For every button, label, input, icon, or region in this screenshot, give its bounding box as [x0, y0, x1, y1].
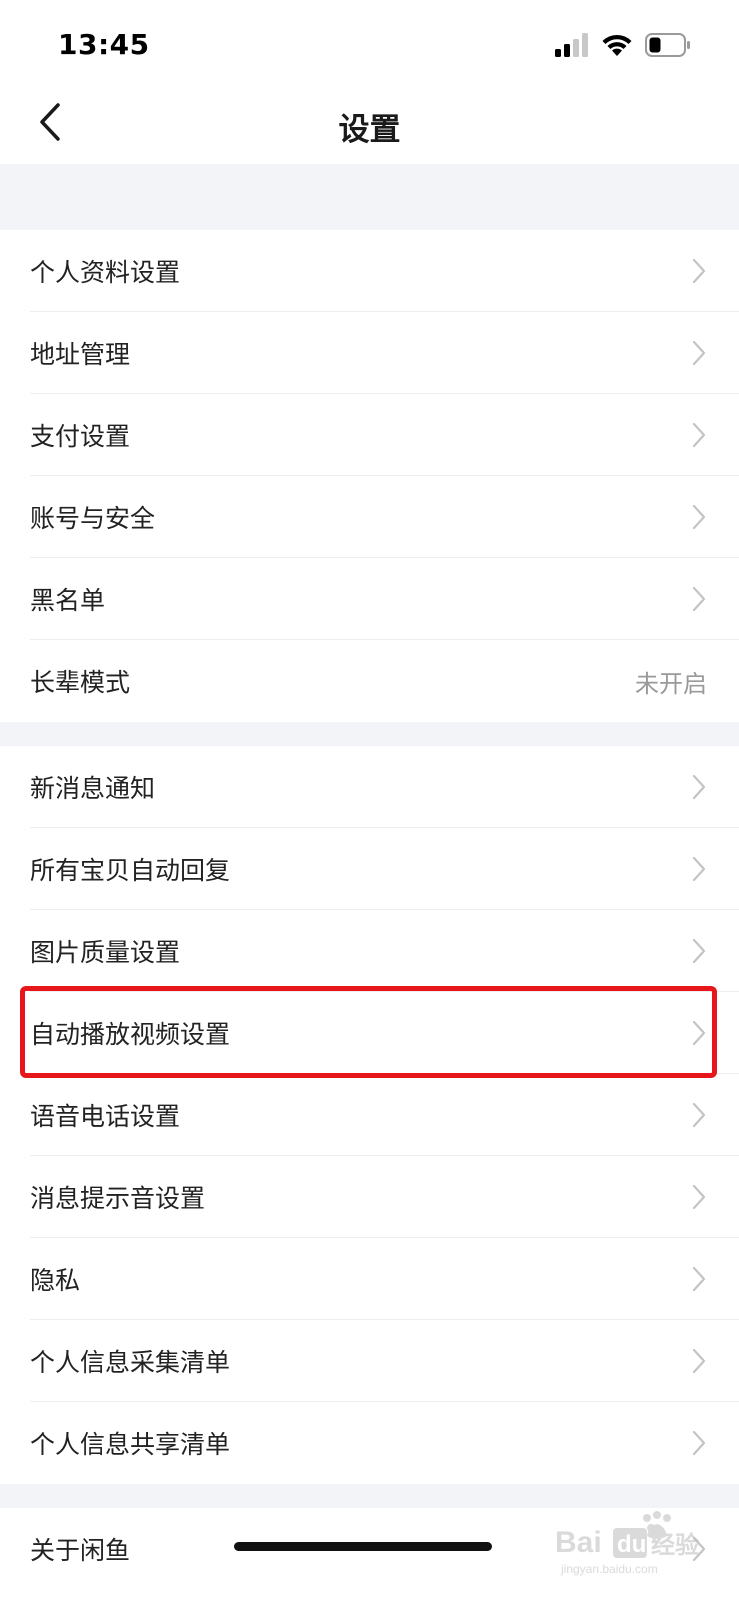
chevron-right-icon: [689, 1182, 709, 1212]
svg-text:Bai: Bai: [555, 1526, 602, 1559]
svg-text:du: du: [617, 1531, 646, 1558]
chevron-right-icon: [689, 338, 709, 368]
chevron-right-icon: [689, 1100, 709, 1130]
settings-item-profile[interactable]: 个人资料设置: [0, 230, 739, 312]
settings-item-message-sound[interactable]: 消息提示音设置: [0, 1156, 739, 1238]
chevron-right-icon: [689, 936, 709, 966]
svg-text:经验: 经验: [651, 1531, 699, 1559]
chevron-right-icon: [689, 420, 709, 450]
home-indicator[interactable]: [234, 1542, 492, 1551]
status-bar: 13:45: [0, 0, 739, 86]
section-gap: [0, 722, 739, 746]
settings-item-label: 图片质量设置: [30, 938, 181, 967]
settings-item-privacy[interactable]: 隐私: [0, 1238, 739, 1320]
chevron-right-icon: [689, 1018, 709, 1048]
settings-item-autoplay-video[interactable]: 自动播放视频设置: [0, 992, 739, 1074]
chevron-right-icon: [689, 772, 709, 802]
settings-item-label: 所有宝贝自动回复: [30, 856, 231, 885]
settings-item-account-security[interactable]: 账号与安全: [0, 476, 739, 558]
chevron-right-icon: [689, 854, 709, 884]
settings-group-account: 个人资料设置 地址管理 支付设置 账号与安全 黑名单 长辈模式 未开启: [0, 230, 739, 722]
chevron-right-icon: [689, 1264, 709, 1294]
section-gap: [0, 164, 739, 230]
settings-item-label: 地址管理: [30, 340, 131, 369]
settings-item-label: 账号与安全: [30, 504, 156, 533]
page-title: 设置: [338, 112, 401, 148]
elder-mode-status: 未开启: [635, 669, 707, 698]
settings-item-label: 黑名单: [30, 586, 106, 615]
cellular-signal-icon: [555, 33, 589, 61]
baidu-jingyan-watermark: Bai du 经验 jingyan.baidu.com: [547, 1510, 717, 1580]
settings-item-auto-reply[interactable]: 所有宝贝自动回复: [0, 828, 739, 910]
svg-text:jingyan.baidu.com: jingyan.baidu.com: [560, 1562, 658, 1576]
settings-item-label: 个人资料设置: [30, 258, 181, 287]
settings-item-blacklist[interactable]: 黑名单: [0, 558, 739, 640]
settings-item-notifications[interactable]: 新消息通知: [0, 746, 739, 828]
settings-group-general: 新消息通知 所有宝贝自动回复 图片质量设置 自动播放视频设置 语音电话设置 消息…: [0, 746, 739, 1484]
settings-item-label: 长辈模式: [30, 668, 131, 697]
battery-icon: [645, 33, 691, 61]
settings-item-address[interactable]: 地址管理: [0, 312, 739, 394]
settings-item-label: 新消息通知: [30, 774, 156, 803]
settings-item-label: 个人信息采集清单: [30, 1348, 231, 1377]
settings-item-image-quality[interactable]: 图片质量设置: [0, 910, 739, 992]
settings-item-label: 支付设置: [30, 422, 131, 451]
status-icons: [555, 32, 691, 62]
wifi-icon: [601, 33, 633, 61]
settings-item-label: 个人信息共享清单: [30, 1430, 231, 1459]
settings-item-voice-call[interactable]: 语音电话设置: [0, 1074, 739, 1156]
chevron-right-icon: [689, 1428, 709, 1458]
settings-item-elder-mode[interactable]: 长辈模式 未开启: [0, 640, 739, 722]
chevron-right-icon: [689, 502, 709, 532]
settings-item-info-sharing[interactable]: 个人信息共享清单: [0, 1402, 739, 1484]
section-gap: [0, 1484, 739, 1508]
settings-item-label: 隐私: [30, 1266, 81, 1295]
settings-item-label: 自动播放视频设置: [30, 1020, 231, 1049]
status-time: 13:45: [58, 28, 150, 61]
settings-list: 个人资料设置 地址管理 支付设置 账号与安全 黑名单 长辈模式 未开启 新消息通…: [0, 164, 739, 1590]
settings-item-label: 消息提示音设置: [30, 1184, 206, 1213]
settings-item-label: 语音电话设置: [30, 1102, 181, 1131]
chevron-right-icon: [689, 1346, 709, 1376]
chevron-right-icon: [689, 584, 709, 614]
nav-bar: 设置: [0, 86, 739, 164]
settings-item-info-collection[interactable]: 个人信息采集清单: [0, 1320, 739, 1402]
settings-item-payment[interactable]: 支付设置: [0, 394, 739, 476]
settings-screen: 13:45 设置 个人资料设置 地址管理 支付设置 账号与安全 黑名单 长辈模式…: [0, 0, 739, 1600]
chevron-right-icon: [689, 256, 709, 286]
